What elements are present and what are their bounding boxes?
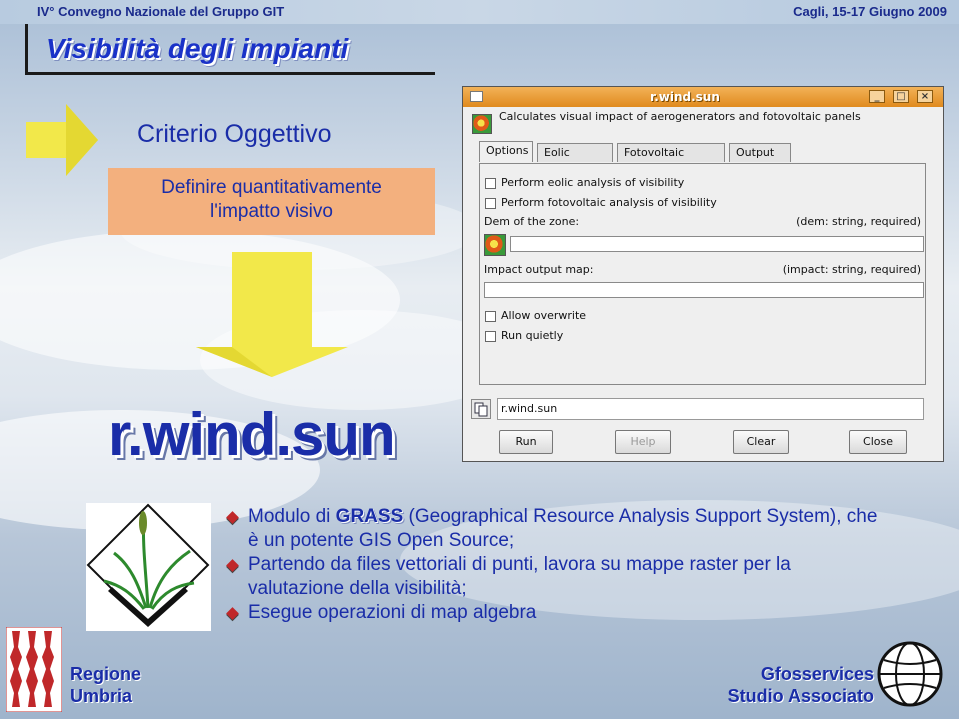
regione-line-2: Umbria (70, 686, 133, 706)
copy-icon[interactable] (471, 399, 491, 419)
overwrite-checkbox[interactable] (485, 311, 496, 322)
rwindsun-window: r.wind.sun _ □ × Calculates visual impac… (462, 86, 944, 462)
conference-title: IV° Convegno Nazionale del Gruppo GIT (37, 4, 285, 19)
bullet-icon (226, 607, 239, 620)
bullet-item-raster: Partendo da files vettoriali di punti, l… (226, 553, 878, 601)
quiet-checkbox[interactable] (485, 331, 496, 342)
fotovoltaic-label: Perform fotovoltaic analysis of visibili… (501, 196, 717, 209)
bullet-icon (226, 559, 239, 572)
bullet-2-text: Partendo da files vettoriali di punti, l… (248, 554, 791, 599)
bullet-list: Modulo di GRASS (Geographical Resource A… (226, 505, 878, 625)
gfosservices: Gfosservices Studio Associato (728, 663, 874, 707)
window-titlebar[interactable]: r.wind.sun _ □ × (463, 87, 943, 107)
command-text: r.wind.sun (501, 402, 558, 415)
define-line-2: l'impatto visivo (210, 201, 333, 222)
command-line-box[interactable]: r.wind.sun (497, 398, 924, 420)
impact-label: Impact output map: (484, 263, 594, 276)
regione-line-1: Regione (70, 664, 142, 684)
quiet-label: Run quietly (501, 329, 564, 342)
globe-logo-icon (877, 641, 943, 707)
overwrite-label: Allow overwrite (501, 309, 587, 322)
dem-label: Dem of the zone: (484, 215, 580, 228)
tab-eolic-impact[interactable]: Eolic Impact (537, 143, 613, 177)
grass-logo-icon (86, 503, 211, 631)
bullet-item-algebra: Esegue operazioni di map algebra (226, 601, 878, 625)
bullet-3-text: Esegue operazioni di map algebra (248, 602, 537, 623)
close-window-button[interactable]: × (917, 90, 933, 103)
right-arrow-icon (26, 104, 98, 176)
regione-umbria: Regione Umbria (70, 663, 141, 707)
conference-date: Cagli, 15-17 Giugno 2009 (793, 4, 947, 19)
eolic-label: Perform eolic analysis of visibility (501, 176, 685, 189)
tab-options[interactable]: Options (479, 141, 533, 162)
module-description: Calculates visual impact of aerogenerato… (499, 110, 861, 123)
define-line-1: Definire quantitativamente (161, 177, 382, 198)
clear-button[interactable]: Clear (733, 430, 789, 454)
dem-input[interactable] (510, 236, 924, 252)
dem-hint: (dem: string, required) (796, 215, 921, 228)
bullet-icon (226, 511, 239, 524)
down-arrow-icon (196, 252, 348, 377)
options-panel: Perform eolic analysis of visibility Per… (479, 163, 926, 385)
grass-name: GRASS (335, 506, 404, 527)
fotovoltaic-checkbox[interactable] (485, 198, 496, 209)
impact-input[interactable] (484, 282, 924, 298)
window-title: r.wind.sun (650, 90, 720, 104)
title-divider-vertical (25, 24, 28, 72)
header-bar: IV° Convegno Nazionale del Gruppo GIT Ca… (0, 0, 959, 24)
close-button[interactable]: Close (849, 430, 907, 454)
define-box: Definire quantitativamente l'impatto vis… (108, 168, 435, 235)
tab-fotovoltaic-impact[interactable]: Fotovoltaic Impact (617, 143, 725, 177)
eolic-checkbox[interactable] (485, 178, 496, 189)
command-title: r.wind.sun (108, 401, 396, 468)
tab-output[interactable]: Output (729, 143, 791, 162)
umbria-logo-icon (6, 627, 62, 712)
minimize-button[interactable]: _ (869, 90, 885, 103)
title-divider-horizontal (25, 72, 435, 75)
help-button[interactable]: Help (615, 430, 671, 454)
bullet-1-prefix: Modulo di (248, 506, 336, 527)
run-button[interactable]: Run (499, 430, 553, 454)
criterio-heading: Criterio Oggettivo (137, 120, 332, 148)
maximize-button[interactable]: □ (893, 90, 909, 103)
impact-hint: (impact: string, required) (782, 263, 921, 276)
bullet-item-grass: Modulo di GRASS (Geographical Resource A… (226, 505, 878, 553)
raster-map-icon (472, 114, 492, 134)
gfosservices-line-2: Studio Associato (727, 686, 874, 706)
slide-title: Visibilità degli impianti (46, 33, 349, 64)
window-menu-icon[interactable] (470, 91, 483, 102)
dem-browse-icon[interactable] (484, 234, 506, 256)
gfosservices-line-1: Gfosservices (760, 664, 874, 684)
